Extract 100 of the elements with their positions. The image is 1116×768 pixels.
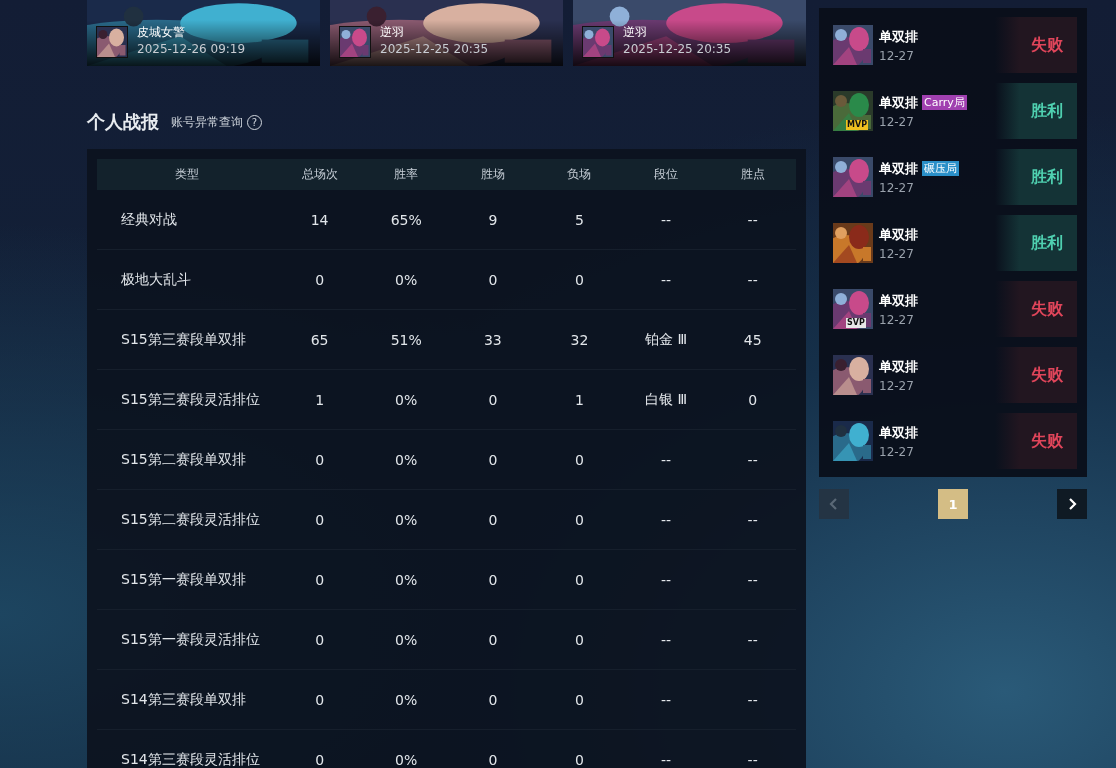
table-cell-text: 0 <box>574 511 585 528</box>
table-cell-text: -- <box>660 631 673 648</box>
match-tag: Carry局 <box>922 95 967 110</box>
match-result: 失败 <box>995 281 1077 337</box>
table-cell-text: 0 <box>487 451 499 468</box>
table-cell-text: 0 <box>574 571 585 588</box>
table-cell-text: -- <box>746 691 759 708</box>
table-cell-text: 0 <box>314 631 326 648</box>
table-cell-text: 0 <box>314 691 326 708</box>
match-item[interactable]: SVP 单双排 12-27 失败 <box>833 281 1077 337</box>
table-cell-text: S15第三赛段灵活排位 <box>120 390 261 409</box>
table-cell-text: 0 <box>574 271 585 288</box>
chevron-right-icon <box>1067 496 1077 512</box>
table-cell-text: 0 <box>574 631 585 648</box>
table-cell-text: 0% <box>394 271 419 288</box>
table-cell-text: S15第二赛段灵活排位 <box>120 510 261 529</box>
table-cell-text: -- <box>660 691 673 708</box>
match-date: 12-27 <box>879 246 915 261</box>
table-cell-text: 5 <box>574 211 585 228</box>
chevron-left-icon <box>829 496 839 512</box>
column-header: 类型 <box>173 166 200 183</box>
column-header: 胜点 <box>739 166 766 183</box>
account-check-link[interactable]: 账号异常查询 <box>171 113 243 131</box>
table-cell-text: 0% <box>394 751 419 768</box>
table-cell-text: 1 <box>574 391 585 408</box>
match-mode: 单双排 <box>879 93 918 112</box>
table-cell-text: 极地大乱斗 <box>120 270 192 289</box>
column-header: 胜场 <box>479 166 506 183</box>
award-badge: SVP <box>846 318 866 328</box>
match-date: 12-27 <box>879 48 915 63</box>
table-cell-text: -- <box>660 571 673 588</box>
match-mode: 单双排 <box>879 291 918 310</box>
table-cell-text: 0 <box>487 571 499 588</box>
table-cell-text: 0% <box>394 511 419 528</box>
table-cell-text: 0 <box>314 511 326 528</box>
table-cell-text: -- <box>746 271 759 288</box>
table-cell-text: S15第一赛段单双排 <box>120 570 247 589</box>
table-cell-text: 0 <box>487 691 499 708</box>
match-date: 12-27 <box>879 312 915 327</box>
match-tag: 碾压局 <box>922 161 959 176</box>
table-cell-text: 0% <box>394 391 419 408</box>
column-header: 总场次 <box>300 166 339 183</box>
match-result: 胜利 <box>995 83 1077 139</box>
table-cell-text: 65 <box>309 331 330 348</box>
table-cell-text: S15第三赛段单双排 <box>120 330 247 349</box>
table-cell-text: 0 <box>487 751 499 768</box>
table-cell-text: 0 <box>487 271 499 288</box>
table-cell-text: 铂金 Ⅲ <box>644 330 689 349</box>
table-cell-text: S14第三赛段灵活排位 <box>120 750 261 768</box>
match-item[interactable]: 单双排 12-27 失败 <box>833 413 1077 469</box>
table-cell-text: 0 <box>314 751 326 768</box>
match-result: 失败 <box>995 347 1077 403</box>
match-date: 12-27 <box>879 444 915 459</box>
match-item[interactable]: MVP 单双排 Carry局 12-27 胜利 <box>833 83 1077 139</box>
match-mode: 单双排 <box>879 357 918 376</box>
match-item[interactable]: 单双排 碾压局 12-27 胜利 <box>833 149 1077 205</box>
table-cell-text: 0 <box>574 691 585 708</box>
table-cell-text: -- <box>746 511 759 528</box>
next-page-button[interactable] <box>1057 489 1087 519</box>
table-cell-text: 0 <box>574 751 585 768</box>
table-cell-text: 0% <box>394 571 419 588</box>
award-badge: MVP <box>846 120 868 130</box>
match-item[interactable]: 单双排 12-27 失败 <box>833 17 1077 73</box>
table-cell-text: -- <box>660 451 673 468</box>
table-cell-text: -- <box>746 211 759 228</box>
match-result: 失败 <box>995 413 1077 469</box>
table-cell-text: 0 <box>574 451 585 468</box>
match-mode: 单双排 <box>879 423 918 442</box>
table-cell-text: 0% <box>394 451 419 468</box>
table-cell-text: -- <box>660 751 673 768</box>
table-cell-text: 0% <box>394 631 419 648</box>
table-cell-text: 32 <box>569 331 590 348</box>
table-cell-text: -- <box>746 451 759 468</box>
match-result: 失败 <box>995 17 1077 73</box>
table-cell-text: 9 <box>487 211 499 228</box>
match-mode: 单双排 <box>879 159 918 178</box>
table-cell-text: -- <box>746 631 759 648</box>
table-cell-text: -- <box>660 511 673 528</box>
table-cell-text: 0 <box>314 571 326 588</box>
match-item[interactable]: 单双排 12-27 失败 <box>833 347 1077 403</box>
table-cell-text: 65% <box>389 211 423 228</box>
section-title: 个人战报 <box>87 110 159 134</box>
table-cell-text: 经典对战 <box>120 210 178 229</box>
match-item[interactable]: 单双排 12-27 胜利 <box>833 215 1077 271</box>
table-cell-text: 0 <box>747 391 759 408</box>
table-cell-text: S15第一赛段灵活排位 <box>120 630 261 649</box>
match-mode: 单双排 <box>879 225 918 244</box>
table-cell-text: 0% <box>394 691 419 708</box>
table-cell-text: 33 <box>482 331 503 348</box>
table-cell-text: 0 <box>314 271 326 288</box>
match-date: 12-27 <box>879 378 915 393</box>
column-header: 段位 <box>653 166 680 183</box>
match-mode: 单双排 <box>879 27 918 46</box>
table-cell-text: 51% <box>389 331 423 348</box>
match-date: 12-27 <box>879 180 915 195</box>
table-cell-text: 1 <box>314 391 326 408</box>
table-cell-text: S15第二赛段单双排 <box>120 450 247 469</box>
match-date: 12-27 <box>879 114 915 129</box>
table-cell-text: 0 <box>487 511 499 528</box>
table-cell-text: 14 <box>309 211 330 228</box>
